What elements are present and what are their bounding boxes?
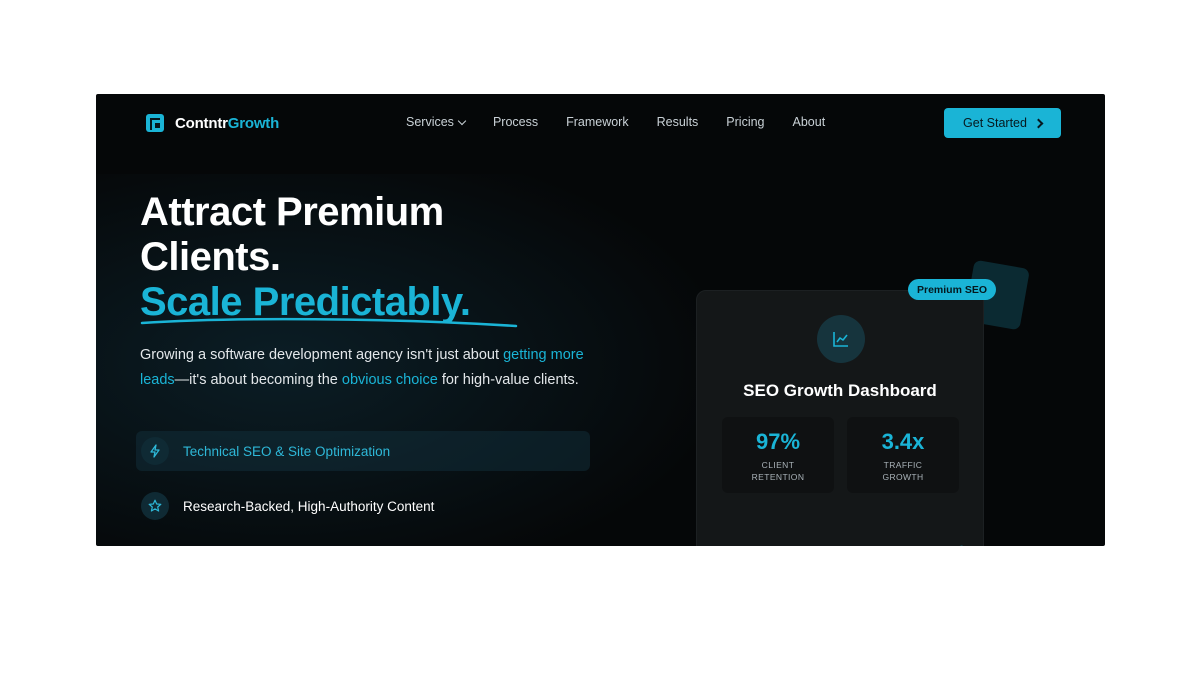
- logo-icon: [146, 114, 164, 132]
- stat-value: 3.4x: [881, 429, 925, 454]
- dashboard-title: SEO Growth Dashboard: [743, 381, 937, 400]
- nav-item-pricing[interactable]: Pricing: [726, 115, 764, 129]
- get-started-button[interactable]: Get Started: [944, 108, 1061, 138]
- stat-label: CLIENT RETENTION: [751, 460, 805, 482]
- landing-page: ContntrGrowth Services Process Framework…: [96, 94, 1105, 546]
- stat-value: 97%: [755, 429, 801, 454]
- trend-line: [959, 545, 963, 546]
- premium-seo-badge: Premium SEO: [908, 279, 997, 300]
- feature-technical-seo[interactable]: Technical SEO & Site Optimization: [136, 431, 590, 471]
- hero-title-line-1: Attract Premium: [140, 190, 444, 234]
- seo-dashboard-card: SEO Growth Dashboard 97% CLIENT RETENTIO…: [696, 290, 984, 546]
- brand-logo[interactable]: ContntrGrowth: [146, 114, 279, 132]
- chevron-down-icon: [457, 116, 467, 125]
- star-icon: [141, 492, 169, 520]
- nav-item-services[interactable]: Services: [406, 115, 467, 129]
- nav-item-framework[interactable]: Framework: [566, 115, 629, 129]
- nav-item-results[interactable]: Results: [657, 115, 699, 129]
- nav-item-about[interactable]: About: [793, 115, 826, 129]
- get-started-label: Get Started: [963, 116, 1027, 130]
- top-nav: ContntrGrowth Services Process Framework…: [96, 94, 1105, 154]
- feature-label: Technical SEO & Site Optimization: [183, 443, 391, 459]
- lightning-icon: [141, 437, 169, 465]
- line-chart-icon: [817, 315, 865, 363]
- stat-label: TRAFFIC GROWTH: [882, 460, 924, 482]
- nav-item-process[interactable]: Process: [493, 115, 538, 129]
- brand-name: ContntrGrowth: [175, 114, 280, 132]
- stat-client-retention: 97% CLIENT RETENTION: [722, 417, 834, 493]
- feature-content[interactable]: Research-Backed, High-Authority Content: [136, 486, 590, 526]
- nav-menu: Services Process Framework Results Prici…: [406, 115, 853, 129]
- hero-title: Attract Premium Clients.: [140, 190, 444, 280]
- nav-item-label: Services: [406, 115, 454, 129]
- stat-traffic-growth: 3.4x TRAFFIC GROWTH: [847, 417, 959, 493]
- accent-underline: [140, 317, 518, 328]
- hero-description: Growing a software development agency is…: [140, 347, 584, 388]
- hero-title-line-2: Clients.: [140, 235, 281, 279]
- feature-label: Research-Backed, High-Authority Content: [183, 498, 435, 514]
- chevron-right-icon: [1033, 118, 1044, 128]
